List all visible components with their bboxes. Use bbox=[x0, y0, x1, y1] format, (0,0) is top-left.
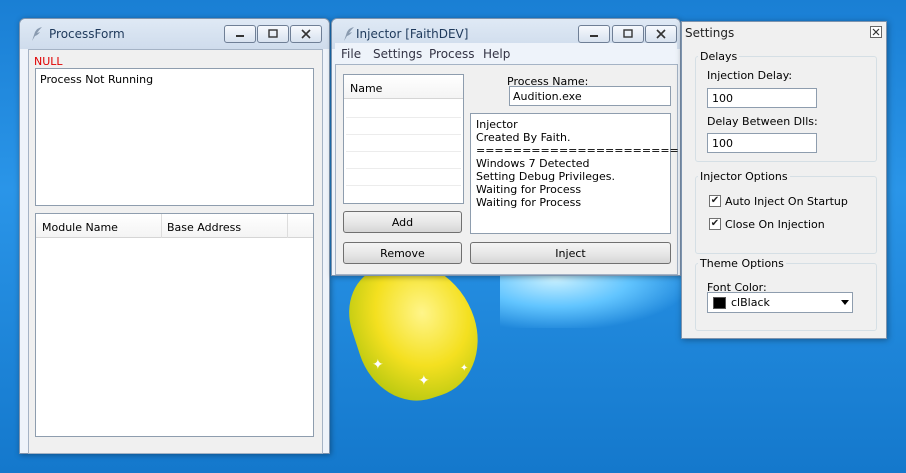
settings-client: Delays Injection Delay: 100 Delay Betwee… bbox=[682, 44, 886, 338]
log-memo[interactable]: Injector Created By Faith. ===============… bbox=[470, 113, 679, 234]
close-button[interactable] bbox=[870, 26, 882, 38]
menu-file[interactable]: File bbox=[341, 47, 361, 61]
maximize-icon bbox=[268, 29, 278, 38]
menu-bar: File Settings Process Help bbox=[335, 43, 677, 63]
delays-group-label: Delays bbox=[698, 50, 740, 63]
settings-window: Settings Delays Injection Delay: 100 Del… bbox=[681, 21, 887, 339]
add-button[interactable]: Add bbox=[343, 211, 462, 233]
column-divider bbox=[287, 214, 288, 238]
log-line: Created By Faith. bbox=[476, 131, 571, 144]
auto-inject-checkbox[interactable]: ✔ bbox=[709, 195, 721, 207]
close-button[interactable] bbox=[290, 25, 322, 43]
between-dlls-input[interactable]: 100 bbox=[707, 133, 817, 153]
list-row-divider bbox=[346, 134, 461, 135]
checkmark-icon: ✔ bbox=[710, 218, 720, 229]
process-memo[interactable]: Process Not Running bbox=[35, 68, 314, 206]
dropdown-arrow-icon[interactable] bbox=[841, 300, 849, 306]
window-title: Injector [FaithDEV] bbox=[356, 27, 469, 41]
column-header-module-name[interactable]: Module Name bbox=[42, 221, 118, 234]
injector-client: Name Process Name: Audition.exe Injector… bbox=[335, 64, 679, 275]
process-name-input[interactable]: Audition.exe bbox=[509, 86, 671, 106]
column-header-base-address[interactable]: Base Address bbox=[167, 221, 241, 234]
close-button[interactable] bbox=[645, 25, 677, 43]
close-icon bbox=[656, 29, 666, 39]
maximize-icon bbox=[623, 29, 633, 38]
auto-inject-label[interactable]: Auto Inject On Startup bbox=[725, 195, 848, 208]
log-line: ====================== bbox=[476, 144, 679, 157]
column-header-name[interactable]: Name bbox=[350, 82, 382, 95]
theme-options-group-label: Theme Options bbox=[698, 257, 786, 270]
minimize-button[interactable] bbox=[578, 25, 610, 43]
injection-delay-input[interactable]: 100 bbox=[707, 88, 817, 108]
close-icon bbox=[301, 29, 311, 39]
log-line: Setting Debug Privileges. bbox=[476, 170, 615, 183]
settings-titlebar[interactable]: Settings bbox=[682, 22, 886, 44]
dll-list[interactable]: Name bbox=[343, 74, 464, 204]
minimize-icon bbox=[590, 35, 598, 37]
checkmark-icon: ✔ bbox=[710, 195, 720, 206]
close-icon bbox=[872, 28, 880, 36]
injector-options-group bbox=[695, 176, 877, 254]
log-lines: Injector Created By Faith. ===============… bbox=[476, 118, 679, 209]
wallpaper-sparkle: ✦ bbox=[418, 373, 430, 389]
list-row-divider bbox=[346, 117, 461, 118]
list-row-divider bbox=[346, 151, 461, 152]
menu-help[interactable]: Help bbox=[483, 47, 510, 61]
log-line: Waiting for Process bbox=[476, 183, 582, 196]
font-color-value: clBlack bbox=[731, 296, 770, 309]
window-title: Settings bbox=[685, 26, 735, 40]
minimize-icon bbox=[236, 35, 244, 37]
between-dlls-label: Delay Between Dlls: bbox=[707, 115, 818, 128]
maximize-button[interactable] bbox=[257, 25, 289, 43]
between-dlls-value: 100 bbox=[712, 137, 733, 150]
close-on-injection-checkbox[interactable]: ✔ bbox=[709, 218, 721, 230]
process-name-value: Audition.exe bbox=[513, 90, 582, 103]
menu-process[interactable]: Process bbox=[429, 47, 475, 61]
remove-button[interactable]: Remove bbox=[343, 242, 462, 264]
log-line: Waiting for Process bbox=[476, 196, 582, 209]
injection-delay-label: Injection Delay: bbox=[707, 69, 793, 82]
list-row-divider bbox=[346, 168, 461, 169]
menu-settings[interactable]: Settings bbox=[373, 47, 422, 61]
process-form-titlebar[interactable]: ProcessForm bbox=[20, 19, 329, 49]
wallpaper-sparkle: ✦ bbox=[372, 357, 384, 373]
process-form-client: NULL Process Not Running Module Name Bas… bbox=[28, 49, 323, 454]
wallpaper-sparkle: ✦ bbox=[460, 363, 469, 374]
status-label: NULL bbox=[34, 55, 63, 68]
injector-options-group-label: Injector Options bbox=[698, 170, 790, 183]
app-feather-icon bbox=[32, 27, 42, 41]
column-divider bbox=[161, 214, 162, 238]
list-row-divider bbox=[346, 185, 461, 186]
injector-window: Injector [FaithDEV] File Settings Proces… bbox=[331, 18, 681, 276]
process-form-window: ProcessForm NULL Process Not Running Mod… bbox=[19, 18, 330, 454]
close-on-injection-label[interactable]: Close On Injection bbox=[725, 218, 825, 231]
font-color-select[interactable]: clBlack bbox=[707, 292, 853, 313]
inject-button[interactable]: Inject bbox=[470, 242, 671, 264]
color-swatch bbox=[713, 297, 726, 309]
log-line: Injector bbox=[476, 118, 518, 131]
module-list[interactable]: Module Name Base Address bbox=[35, 213, 314, 437]
memo-text: Process Not Running bbox=[40, 73, 154, 86]
app-feather-icon bbox=[344, 27, 354, 41]
minimize-button[interactable] bbox=[224, 25, 256, 43]
maximize-button[interactable] bbox=[612, 25, 644, 43]
log-line: Windows 7 Detected bbox=[476, 157, 590, 170]
window-title: ProcessForm bbox=[49, 27, 125, 41]
injection-delay-value: 100 bbox=[712, 92, 733, 105]
